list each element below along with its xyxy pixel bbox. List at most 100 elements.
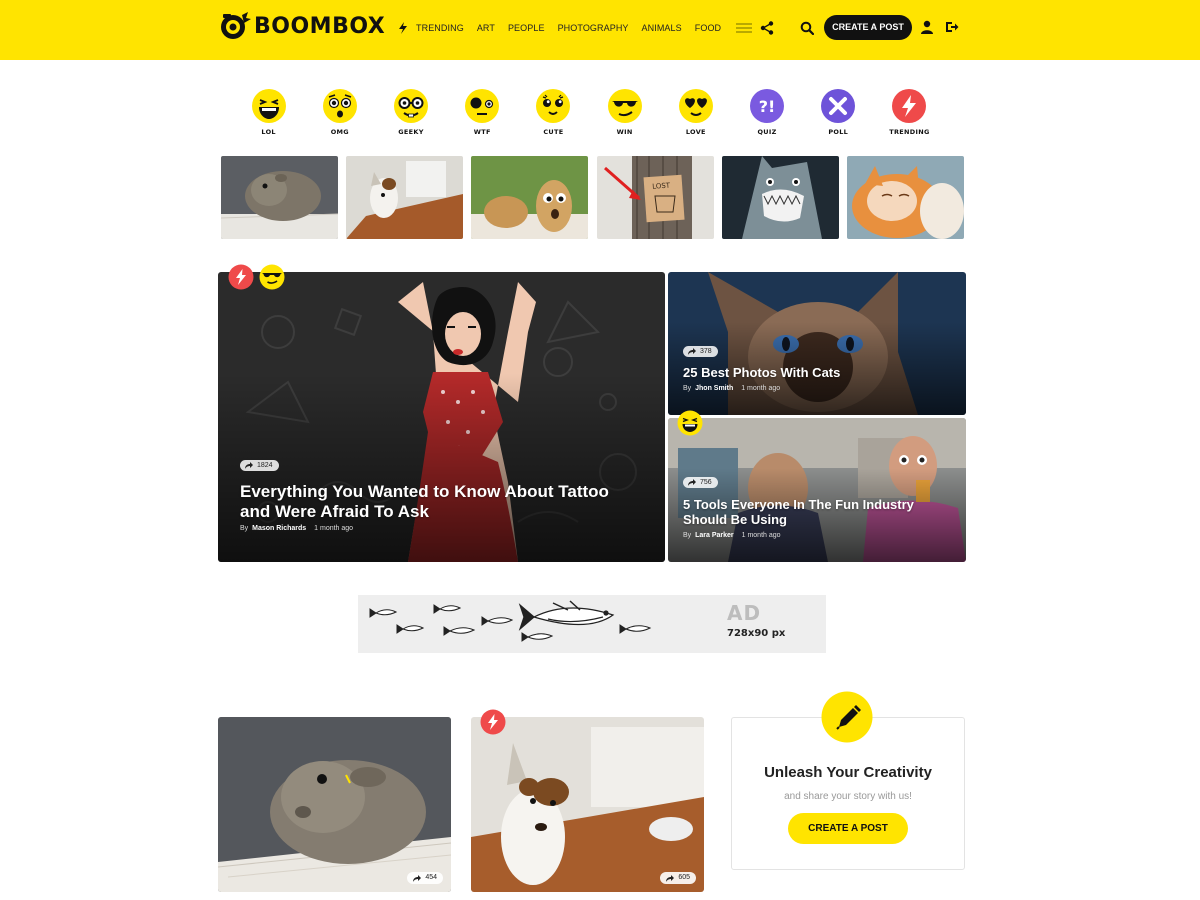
featured-main-title[interactable]: Everything You Wanted to Know About Tatt… bbox=[240, 482, 640, 522]
poll-icon bbox=[821, 89, 856, 123]
thumb-potatoes[interactable] bbox=[471, 156, 589, 239]
trending-bolt-icon bbox=[892, 89, 927, 123]
thumb-lost-cat[interactable]: LOST bbox=[596, 156, 714, 239]
post-card-dog[interactable]: 605 bbox=[471, 717, 704, 892]
featured-side2-title[interactable]: 5 Tools Everyone In The Fun Industry Sho… bbox=[683, 497, 933, 527]
boombox-logo-icon bbox=[221, 12, 251, 39]
logo-text: BOOMBOX bbox=[254, 13, 386, 39]
main-nav: Trending Art People Photography Animals … bbox=[398, 18, 774, 38]
author-link[interactable]: Mason Richards bbox=[252, 525, 306, 532]
card-gradient bbox=[668, 272, 966, 415]
reaction-trending[interactable]: TRENDING bbox=[874, 88, 945, 136]
reaction-label: LOVE bbox=[685, 128, 706, 136]
ad-label: AD bbox=[727, 601, 762, 625]
thumb-cats[interactable] bbox=[846, 156, 964, 239]
featured-main-card[interactable]: 1824 Everything You Wanted to Know About… bbox=[218, 272, 665, 562]
user-icon[interactable] bbox=[920, 20, 934, 34]
reaction-label: CUTE bbox=[543, 128, 564, 136]
share-icon[interactable] bbox=[760, 21, 774, 35]
site-header: BOOMBOX Trending Art People Photography … bbox=[0, 0, 1200, 60]
cats-image bbox=[846, 156, 964, 239]
reaction-geeky[interactable]: GEEKY bbox=[375, 88, 446, 136]
cute-emoji-icon bbox=[536, 89, 571, 123]
logout-icon[interactable] bbox=[945, 20, 959, 34]
reaction-label: LOL bbox=[261, 128, 276, 136]
nav-item-trending[interactable]: Trending bbox=[416, 23, 464, 33]
trending-badge-icon bbox=[480, 709, 506, 735]
reaction-cute[interactable]: CUTE bbox=[518, 88, 589, 136]
reaction-label: TRENDING bbox=[889, 128, 930, 136]
post-time: 1 month ago bbox=[314, 525, 354, 532]
share-count-pill: 378 bbox=[683, 346, 718, 357]
promo-subtitle: and share your story with us! bbox=[784, 791, 912, 802]
search-icon[interactable] bbox=[800, 21, 814, 35]
lol-badge-icon bbox=[677, 410, 703, 436]
share-count: 1824 bbox=[257, 462, 273, 469]
menu-more-icon[interactable] bbox=[736, 22, 753, 34]
torn-edge-decoration bbox=[0, 44, 1200, 58]
featured-side-card-tools[interactable]: 756 5 Tools Everyone In The Fun Industry… bbox=[668, 418, 966, 562]
geeky-emoji-icon bbox=[394, 89, 428, 123]
reaction-omg[interactable]: OMG bbox=[304, 88, 375, 136]
reaction-label: OMG bbox=[330, 128, 349, 136]
post-time: 1 month ago bbox=[741, 532, 781, 539]
ad-size-label: 728x90 px bbox=[727, 628, 786, 639]
reaction-love[interactable]: LOVE bbox=[660, 88, 731, 136]
author-link[interactable]: Jhon Smith bbox=[695, 385, 733, 392]
thumb-dog[interactable] bbox=[346, 156, 464, 239]
love-emoji-icon bbox=[678, 89, 713, 123]
share-count: 756 bbox=[700, 479, 712, 486]
share-arrow-icon bbox=[666, 874, 675, 882]
reaction-win[interactable]: WIN bbox=[589, 88, 660, 136]
reaction-label: GEEKY bbox=[398, 128, 424, 136]
reaction-label: WIN bbox=[616, 128, 633, 136]
bolt-icon bbox=[399, 22, 407, 34]
post-card-guinea-pig[interactable]: 454 bbox=[218, 717, 451, 892]
omg-emoji-icon bbox=[322, 89, 357, 123]
nav-item-photography[interactable]: Photography bbox=[558, 23, 629, 33]
reaction-bar: LOL OMG GEEKY WTF CUTE WIN LOVE ?! QUIZ … bbox=[233, 88, 945, 136]
share-count-pill: 756 bbox=[683, 477, 718, 488]
reaction-poll[interactable]: POLL bbox=[803, 88, 874, 136]
by-label: By bbox=[683, 532, 692, 539]
share-arrow-icon bbox=[688, 479, 696, 486]
shark-image bbox=[721, 156, 839, 239]
nav-item-art[interactable]: Art bbox=[477, 23, 495, 33]
post-time: 1 month ago bbox=[741, 385, 781, 392]
thumb-guinea-pig[interactable] bbox=[221, 156, 338, 239]
featured-main-meta: By Mason Richards 1 month ago bbox=[240, 525, 353, 532]
wtf-emoji-icon bbox=[465, 89, 500, 123]
lost-cat-sign-image: LOST bbox=[596, 156, 714, 239]
svg-text:LOST: LOST bbox=[651, 182, 670, 191]
featured-side1-title[interactable]: 25 Best Photos With Cats bbox=[683, 365, 953, 380]
nav-item-people[interactable]: People bbox=[508, 23, 545, 33]
share-count: 378 bbox=[700, 348, 712, 355]
svg-text:?!: ?! bbox=[759, 97, 776, 116]
promo-title: Unleash Your Creativity bbox=[764, 764, 932, 781]
author-link[interactable]: Lara Parker bbox=[695, 532, 734, 539]
promo-create-post-button[interactable]: Create a post bbox=[788, 813, 908, 844]
header-create-post-button[interactable]: Create a post bbox=[824, 15, 912, 40]
featured-side1-meta: By Jhon Smith 1 month ago bbox=[683, 385, 780, 392]
nav-item-food[interactable]: Food bbox=[695, 23, 721, 33]
reaction-label: WTF bbox=[473, 128, 491, 136]
pencil-icon bbox=[821, 691, 873, 743]
featured-side-card-cats[interactable]: 378 25 Best Photos With Cats By Jhon Smi… bbox=[668, 272, 966, 415]
share-count: 605 bbox=[678, 874, 690, 881]
reaction-wtf[interactable]: WTF bbox=[447, 88, 518, 136]
ad-banner[interactable]: AD 728x90 px bbox=[358, 595, 826, 653]
reaction-lol[interactable]: LOL bbox=[233, 88, 304, 136]
by-label: By bbox=[683, 385, 692, 392]
potatoes-image bbox=[471, 156, 589, 239]
guinea-pig-image bbox=[221, 156, 338, 239]
nav-item-animals[interactable]: Animals bbox=[642, 23, 682, 33]
share-arrow-icon bbox=[245, 462, 253, 469]
quiz-icon: ?! bbox=[750, 89, 785, 123]
dog-image bbox=[471, 717, 704, 892]
thumb-shark[interactable] bbox=[721, 156, 839, 239]
site-logo[interactable]: BOOMBOX bbox=[218, 11, 385, 41]
reaction-quiz[interactable]: ?! QUIZ bbox=[731, 88, 802, 136]
trending-badge-icon bbox=[228, 264, 254, 290]
reaction-label: QUIZ bbox=[757, 128, 777, 136]
share-count: 454 bbox=[425, 874, 437, 881]
